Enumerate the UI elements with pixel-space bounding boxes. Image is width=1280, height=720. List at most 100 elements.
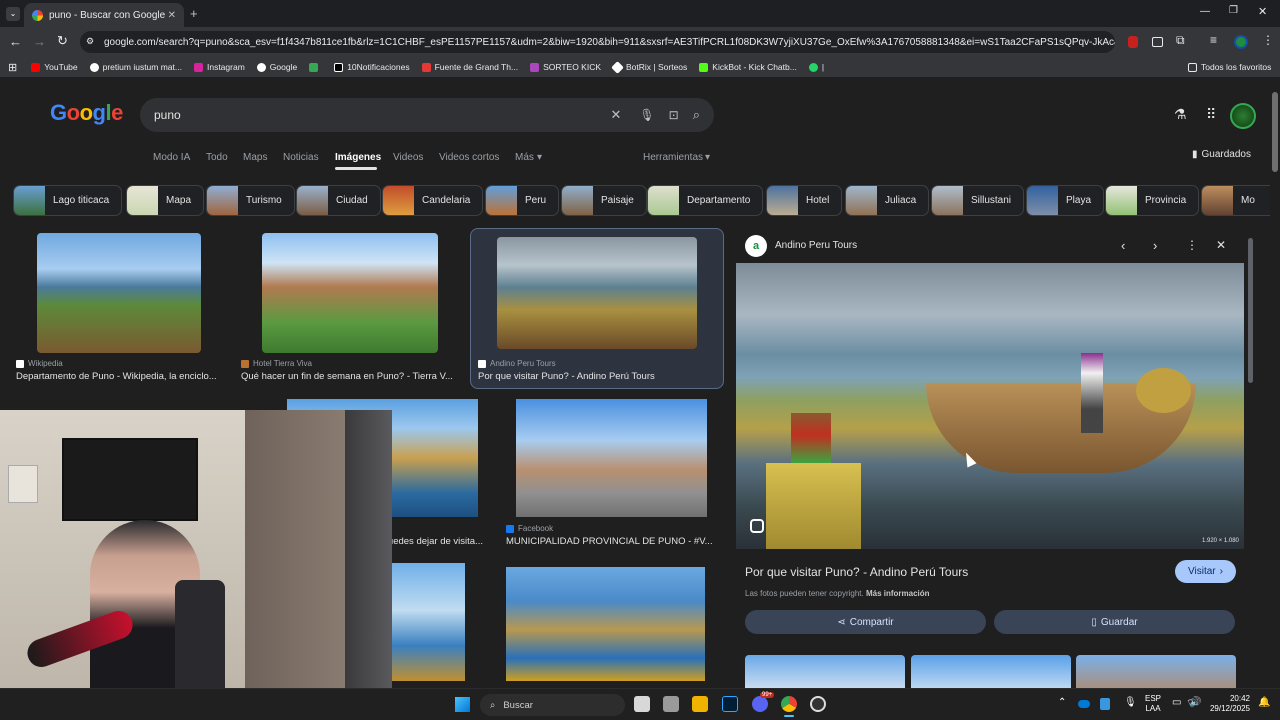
panel-scrollbar[interactable] (1248, 238, 1253, 383)
search-icon[interactable]: ⌕ (693, 107, 700, 123)
microphone-tray-icon[interactable]: 🎙 (1124, 697, 1137, 708)
windows-start-icon[interactable] (455, 697, 470, 712)
site-logo[interactable]: a (745, 235, 767, 257)
chip-lago-titicaca[interactable]: Lago titicaca (13, 185, 123, 216)
more-info-link[interactable]: Más información (866, 589, 930, 598)
save-button[interactable]: ▯ Guardar (994, 610, 1235, 634)
address-bar[interactable]: google.com/search?q=puno&sca_esv=f1f4347… (80, 31, 1115, 53)
result-title[interactable]: MUNICIPALIDAD PROVINCIAL DE PUNO - #V... (506, 536, 718, 547)
chip-playa[interactable]: Playa (1026, 185, 1105, 216)
new-tab-icon[interactable]: + (190, 6, 198, 21)
result-image-uros-aerial[interactable] (506, 567, 705, 681)
bookmark-youtube[interactable]: YouTube (31, 62, 78, 72)
result-title[interactable]: Qué hacer un fin de semana en Puno? - Ti… (241, 371, 461, 382)
bookmark-google[interactable]: Google (256, 62, 297, 72)
clear-icon[interactable]: ✕ (611, 107, 622, 123)
search-box[interactable]: puno ✕ 🎙 ⊡ ⌕ (140, 98, 714, 132)
task-view-icon[interactable] (634, 696, 650, 712)
nav-videos[interactable]: Videos (393, 152, 423, 163)
chrome-icon[interactable] (781, 696, 797, 712)
onedrive-icon[interactable] (1078, 700, 1090, 708)
account-avatar[interactable] (1230, 103, 1256, 129)
clock[interactable]: 20:42 29/12/2025 (1206, 694, 1250, 714)
minimize-icon[interactable]: — (1200, 6, 1210, 17)
taskbar-search[interactable]: ⌕ Buscar (480, 694, 625, 716)
google-logo[interactable]: Google (50, 100, 123, 126)
obs-icon[interactable] (810, 696, 826, 712)
previous-icon[interactable]: ‹ (1121, 238, 1125, 253)
photoshop-icon[interactable] (722, 696, 738, 712)
discord-icon[interactable] (752, 696, 768, 712)
result-card-tierra-viva[interactable]: Hotel Tierra Viva Qué hacer un fin de se… (239, 230, 461, 385)
chip-hotel[interactable]: Hotel (766, 185, 843, 216)
chip-candelaria[interactable]: Candelaria (382, 185, 484, 216)
chip-ciudad[interactable]: Ciudad (296, 185, 381, 216)
result-image[interactable] (262, 233, 438, 353)
preview-title[interactable]: Por que visitar Puno? - Andino Perú Tour… (745, 565, 968, 579)
bookmark-pretium[interactable]: pretium iustum mat... (89, 62, 182, 72)
related-image-1[interactable] (745, 655, 905, 688)
reading-list-icon[interactable]: ≡ (1210, 33, 1217, 47)
restore-icon[interactable]: ❐ (1229, 5, 1238, 16)
bookmark-pinwheel[interactable] (309, 62, 322, 72)
profile-avatar[interactable] (1234, 35, 1248, 49)
nav-imagenes[interactable]: Imágenes (335, 152, 381, 163)
chip-provincia[interactable]: Provincia (1105, 185, 1200, 216)
google-apps-icon[interactable]: ⠿ (1206, 106, 1216, 123)
bookmark-botrix[interactable]: BotRix | Sorteos (611, 60, 687, 74)
nav-noticias[interactable]: Noticias (283, 152, 319, 163)
nav-todo[interactable]: Todo (206, 152, 228, 163)
result-card-wikipedia[interactable]: Wikipedia Departamento de Puno - Wikiped… (14, 230, 226, 385)
chip-sillustani[interactable]: Sillustani (931, 185, 1025, 216)
search-input[interactable]: puno (154, 108, 611, 122)
bookmark-notificaciones[interactable]: 10Notificaciones (334, 62, 410, 72)
chip-paisaje[interactable]: Paisaje (561, 185, 647, 216)
show-hidden-icons[interactable]: ⌃ (1058, 697, 1066, 708)
lens-icon[interactable]: ⊡ (669, 108, 679, 122)
back-icon[interactable]: ← (9, 34, 22, 49)
close-preview-icon[interactable]: ✕ (1216, 238, 1226, 252)
menu-dots-icon[interactable]: ⋮ (1262, 33, 1274, 47)
extension-red-icon[interactable] (1128, 36, 1138, 48)
bookmark-sorteo-kick[interactable]: SORTEO KICK (530, 62, 601, 72)
reload-icon[interactable]: ↻ (57, 33, 68, 49)
bookmark-whatsapp[interactable]: | (808, 62, 824, 72)
tools-button[interactable]: Herramientas (643, 152, 703, 163)
all-favorites[interactable]: Todos los favoritos (1188, 62, 1271, 72)
preview-image[interactable] (736, 263, 1244, 549)
volume-icon[interactable]: 🔊 (1189, 697, 1201, 708)
nav-maps[interactable]: Maps (243, 152, 267, 163)
saved-button[interactable]: ▮ Guardados (1192, 149, 1251, 160)
network-icon[interactable]: ▭ (1172, 697, 1181, 708)
result-card-andino-selected[interactable]: Andino Peru Tours Por que visitar Puno? … (470, 228, 724, 389)
result-image[interactable] (497, 237, 697, 349)
bookmark-fuente[interactable]: Fuente de Grand Th... (421, 62, 518, 72)
microphone-icon[interactable]: 🎙 (639, 108, 654, 122)
extension-icon[interactable] (1152, 37, 1163, 47)
next-icon[interactable]: › (1153, 238, 1157, 253)
result-title[interactable]: ...uedes dejar de visita... (380, 536, 488, 547)
puzzle-icon[interactable]: ⧉ (1176, 33, 1185, 48)
active-tab[interactable]: puno - Buscar con Google ✕ (24, 3, 184, 27)
result-image-totora-boat[interactable] (390, 563, 465, 681)
related-image-2[interactable] (911, 655, 1071, 688)
preview-site-name[interactable]: Andino Peru Tours (775, 240, 857, 251)
desktop-icon[interactable] (663, 696, 679, 712)
chip-peru[interactable]: Peru (485, 185, 560, 216)
close-window-icon[interactable]: ✕ (1258, 5, 1267, 18)
security-icon[interactable] (1100, 698, 1110, 710)
forward-icon[interactable]: → (33, 34, 46, 49)
more-options-icon[interactable]: ⋮ (1186, 238, 1198, 252)
chip-mapa[interactable]: Mapa (126, 185, 205, 216)
result-image[interactable] (37, 233, 201, 353)
file-explorer-icon[interactable] (692, 696, 708, 712)
visit-button[interactable]: Visitar › (1175, 560, 1236, 583)
chip-departamento[interactable]: Departamento (647, 185, 764, 216)
nav-videos-cortos[interactable]: Videos cortos (439, 152, 499, 163)
chip-juliaca[interactable]: Juliaca (845, 185, 930, 216)
lens-search-icon[interactable] (750, 519, 764, 533)
site-info-icon[interactable]: ⚙ (86, 36, 98, 48)
nav-mas[interactable]: Más (515, 152, 534, 163)
result-title[interactable]: Departamento de Puno - Wikipedia, la enc… (16, 371, 226, 382)
chip-turismo[interactable]: Turismo (206, 185, 295, 216)
